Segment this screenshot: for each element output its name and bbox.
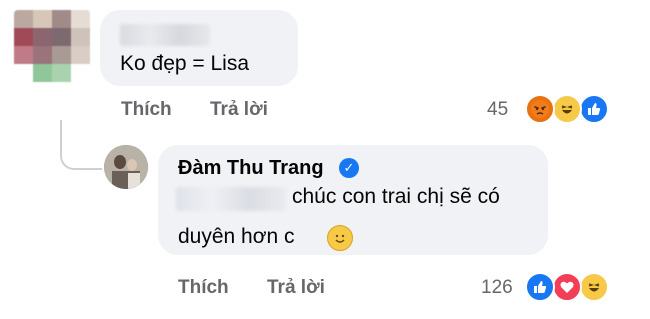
like-icon[interactable] [525, 272, 555, 302]
avatar[interactable] [104, 145, 148, 189]
like-action[interactable]: Thích [121, 99, 172, 121]
reply-thread-line [60, 120, 102, 170]
reaction-count[interactable]: 126 [481, 277, 513, 299]
like-icon[interactable] [579, 94, 609, 124]
reply-bubble: Đàm Thu Trang ✓ chúc con trai chị sẽ có … [158, 145, 548, 255]
author-name[interactable]: Đàm Thu Trang [178, 157, 324, 180]
reaction-count[interactable]: 45 [487, 99, 508, 121]
blurred-mention[interactable] [176, 187, 286, 211]
love-icon[interactable] [552, 272, 582, 302]
comment-bubble: Ko đẹp = Lisa [100, 10, 298, 86]
avatar-blurred[interactable] [14, 10, 90, 82]
reply-text-line-1: chúc con trai chị sẽ có [292, 185, 500, 208]
reply-action[interactable]: Trả lời [267, 277, 325, 299]
like-action[interactable]: Thích [178, 277, 229, 299]
blurred-author-name[interactable] [120, 24, 210, 46]
smile-emoji-icon [327, 225, 353, 251]
reply-action[interactable]: Trả lời [210, 99, 268, 121]
haha-icon[interactable] [579, 272, 609, 302]
haha-icon[interactable] [552, 94, 582, 124]
angry-icon[interactable] [525, 94, 555, 124]
verified-badge-icon: ✓ [339, 158, 359, 178]
comment-text: Ko đẹp = Lisa [120, 52, 250, 75]
reply-text-line-2: duyên hơn c [178, 225, 295, 248]
